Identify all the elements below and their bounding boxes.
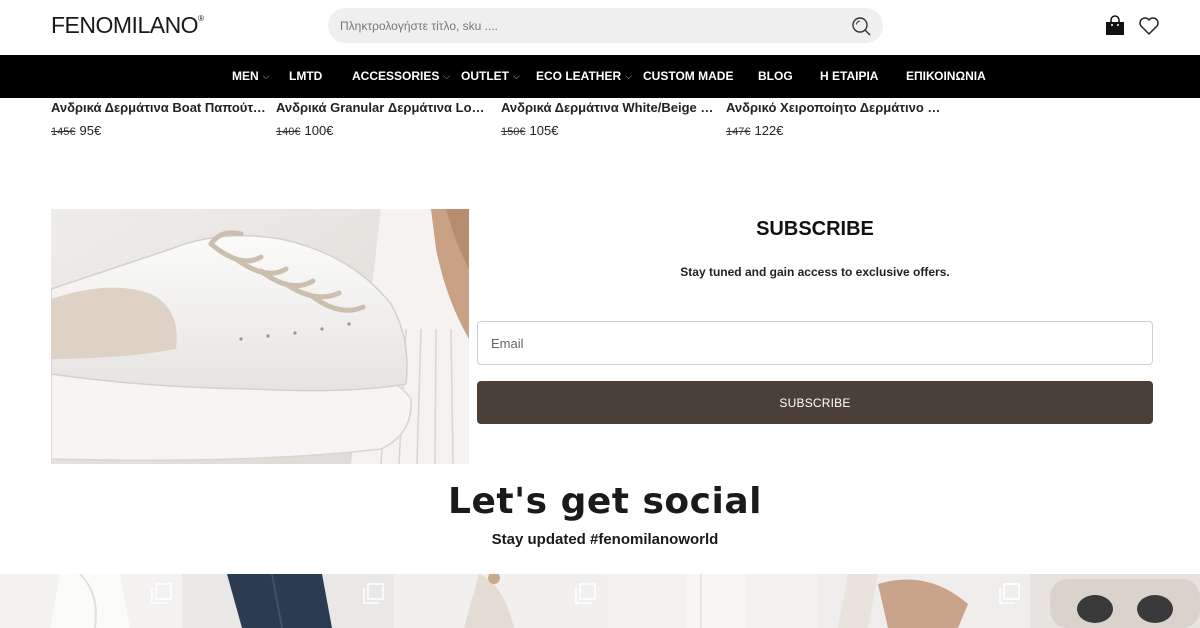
nav-item-contact[interactable]: ΕΠΙΚΟΙΝΩΝΙΑ (906, 55, 986, 98)
subscribe-title: SUBSCRIBE (756, 218, 874, 240)
logo-text: FENOMILANO (51, 12, 199, 38)
product-card[interactable]: Ανδρικά Δερμάτινα Boat Παπούτσια 145€ 95€ (51, 100, 266, 138)
heart-icon[interactable] (1138, 15, 1160, 37)
nav-item-eco-leather[interactable]: ECO LEATHER ⌵ (536, 55, 632, 98)
subscribe-button[interactable]: SUBSCRIBE (477, 381, 1153, 424)
sale-price: 95€ (79, 123, 102, 138)
nav-label: MEN (232, 69, 259, 83)
nav-item-company[interactable]: Η ΕΤΑΙΡΙΑ (820, 55, 878, 98)
product-card[interactable]: Ανδρικό Χειροποίητο Δερμάτινο Loafer 147… (726, 100, 941, 138)
product-name[interactable]: Ανδρικά Granular Δερμάτινα Loafers (276, 100, 491, 115)
chevron-down-icon: ⌵ (262, 71, 270, 81)
nav-item-blog[interactable]: BLOG (758, 55, 793, 98)
nav-label: BLOG (758, 69, 793, 83)
multiple-images-icon (575, 583, 596, 604)
nav-label: OUTLET (461, 69, 509, 83)
multiple-images-icon (151, 583, 172, 604)
old-price: 150€ (501, 126, 526, 138)
shopping-bag-icon[interactable] (1104, 15, 1126, 37)
search-input[interactable] (340, 8, 840, 43)
instagram-post[interactable] (0, 574, 182, 628)
sale-price: 100€ (304, 123, 334, 138)
nav-item-lmtd[interactable]: LMTD (289, 55, 322, 98)
multiple-images-icon (363, 583, 384, 604)
product-name[interactable]: Ανδρικά Δερμάτινα Boat Παπούτσια (51, 100, 266, 115)
instagram-post[interactable] (182, 574, 394, 628)
product-card[interactable]: Ανδρικά Granular Δερμάτινα Loafers 140€ 1… (276, 100, 491, 138)
nav-label: Η ΕΤΑΙΡΙΑ (820, 69, 879, 83)
chevron-down-icon: ⌵ (443, 71, 451, 81)
chevron-down-icon: ⌵ (513, 71, 520, 81)
search-icon[interactable] (851, 16, 871, 36)
old-price: 147€ (726, 126, 751, 138)
site-logo[interactable]: FENOMILANO® (51, 12, 204, 39)
product-price: 145€ 95€ (51, 123, 266, 138)
product-card[interactable]: Ανδρικά Δερμάτινα White/Beige Sneakers 1… (501, 100, 716, 138)
sale-price: 122€ (754, 123, 784, 138)
instagram-post[interactable] (1030, 574, 1200, 628)
old-price: 145€ (51, 126, 76, 138)
product-name[interactable]: Ανδρικά Δερμάτινα White/Beige Sneakers (501, 100, 716, 115)
sale-price: 105€ (529, 123, 559, 138)
product-price: 147€ 122€ (726, 123, 941, 138)
product-price: 150€ 105€ (501, 123, 716, 138)
instagram-post[interactable] (394, 574, 606, 628)
product-name[interactable]: Ανδρικό Χειροποίητο Δερμάτινο Loafer (726, 100, 941, 115)
social-subtitle: Stay updated #fenomilanoworld (491, 531, 719, 548)
chevron-down-icon: ⌵ (625, 71, 632, 81)
nav-item-custom-made[interactable]: CUSTOM MADE (643, 55, 733, 98)
nav-item-outlet[interactable]: OUTLET ⌵ (461, 55, 520, 98)
nav-label: ACCESSORIES (352, 69, 440, 83)
search-bar (328, 8, 883, 43)
site-header: FENOMILANO® (0, 0, 1200, 55)
nav-item-accessories[interactable]: ACCESSORIES ⌵ (352, 55, 450, 98)
subscribe-description: Stay tuned and gain access to exclusive … (680, 265, 950, 279)
nav-label: ΕΠΙΚΟΙΝΩΝΙΑ (906, 69, 986, 83)
old-price: 140€ (276, 126, 301, 138)
instagram-post[interactable] (818, 574, 1030, 628)
nav-item-men[interactable]: MEN ⌵ (232, 55, 270, 98)
multiple-images-icon (999, 583, 1020, 604)
nav-label: LMTD (289, 69, 323, 83)
subscribe-sneaker-image (51, 209, 469, 464)
nav-label: CUSTOM MADE (643, 69, 734, 83)
product-price: 140€ 100€ (276, 123, 491, 138)
logo-registered-mark: ® (198, 14, 204, 23)
instagram-post[interactable] (606, 574, 818, 628)
email-field[interactable] (477, 321, 1153, 365)
main-navigation: MEN ⌵ LMTD ACCESSORIES ⌵ OUTLET ⌵ ECO LEATH… (0, 55, 1200, 98)
nav-label: ECO LEATHER (536, 69, 622, 83)
social-title: Let's get social (448, 481, 762, 522)
